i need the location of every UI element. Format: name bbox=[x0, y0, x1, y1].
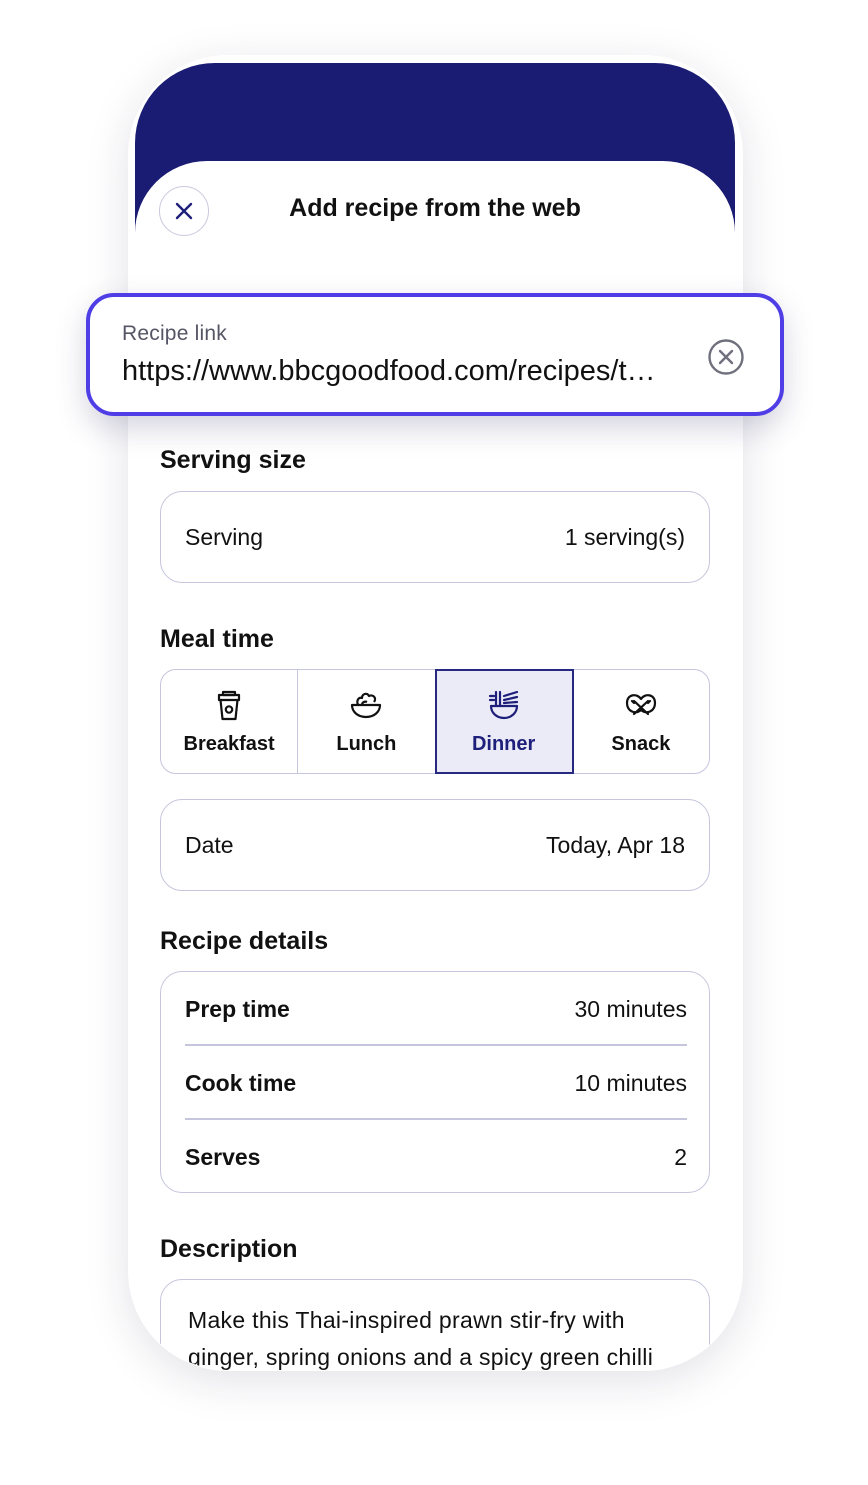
recipe-link-input[interactable]: https://www.bbcgoodfood.com/recipes/t… bbox=[122, 355, 682, 388]
detail-label: Prep time bbox=[185, 995, 290, 1022]
date-value: Today, Apr 18 bbox=[546, 831, 685, 858]
detail-label: Cook time bbox=[185, 1069, 297, 1096]
detail-row-cook-time[interactable]: Cook time 10 minutes bbox=[185, 1046, 687, 1120]
meal-time-selector: Breakfast Lunch Dinner Snack bbox=[160, 669, 710, 774]
meal-option-lunch[interactable]: Lunch bbox=[298, 670, 436, 773]
date-field[interactable]: Date Today, Apr 18 bbox=[160, 799, 710, 891]
detail-label: Serves bbox=[185, 1143, 261, 1170]
close-button[interactable] bbox=[159, 186, 209, 236]
meal-option-dinner[interactable]: Dinner bbox=[434, 669, 574, 774]
recipe-link-label: Recipe link bbox=[122, 322, 227, 345]
serving-value: 1 serving(s) bbox=[564, 523, 685, 550]
detail-value: 30 minutes bbox=[574, 995, 687, 1022]
meal-option-label: Breakfast bbox=[183, 733, 275, 755]
detail-row-serves[interactable]: Serves 2 bbox=[185, 1120, 687, 1194]
meal-option-label: Dinner bbox=[471, 733, 536, 755]
recipe-details-heading: Recipe details bbox=[160, 927, 329, 955]
detail-row-prep-time[interactable]: Prep time 30 minutes bbox=[185, 972, 687, 1046]
detail-value: 2 bbox=[674, 1143, 687, 1170]
meal-option-snack[interactable]: Snack bbox=[573, 670, 709, 773]
recipe-link-field[interactable]: Recipe link https://www.bbcgoodfood.com/… bbox=[86, 293, 784, 416]
recipe-details-card: Prep time 30 minutes Cook time 10 minute… bbox=[160, 971, 710, 1193]
meal-option-label: Snack bbox=[611, 733, 671, 755]
detail-value: 10 minutes bbox=[574, 1069, 687, 1096]
date-label: Date bbox=[185, 831, 234, 858]
meal-option-breakfast[interactable]: Breakfast bbox=[161, 670, 299, 773]
close-icon bbox=[175, 202, 193, 220]
pretzel-icon bbox=[623, 687, 659, 723]
clear-circle-icon bbox=[708, 339, 744, 375]
meal-option-label: Lunch bbox=[336, 733, 397, 755]
page-title: Add recipe from the web bbox=[289, 194, 581, 222]
serving-size-heading: Serving size bbox=[160, 446, 306, 474]
coffee-cup-icon bbox=[211, 687, 247, 723]
clear-link-button[interactable] bbox=[707, 338, 745, 376]
noodle-bowl-icon bbox=[486, 687, 522, 723]
meal-time-heading: Meal time bbox=[160, 625, 274, 653]
description-heading: Description bbox=[160, 1235, 298, 1263]
salad-bowl-icon bbox=[348, 687, 384, 723]
serving-label: Serving bbox=[185, 523, 263, 550]
serving-field[interactable]: Serving 1 serving(s) bbox=[160, 491, 710, 583]
